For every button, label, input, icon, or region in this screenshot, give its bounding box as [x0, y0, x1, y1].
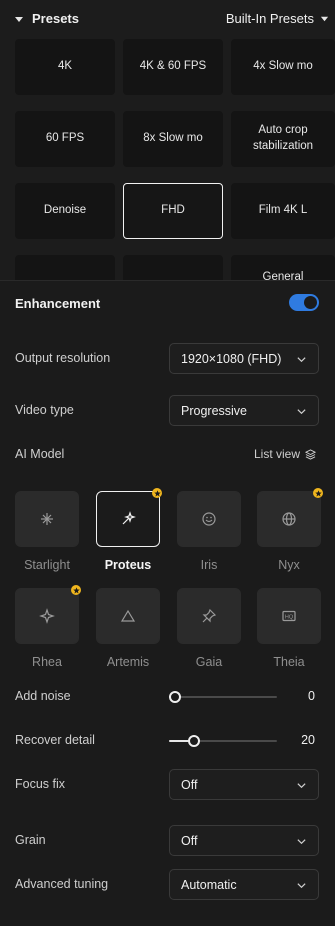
- advanced-tuning-select[interactable]: Automatic: [169, 869, 319, 900]
- preset-card[interactable]: 8x Slow mo: [123, 111, 223, 167]
- preset-card[interactable]: [15, 255, 115, 280]
- presets-title: Presets: [32, 11, 79, 26]
- preset-card-label: Denoise: [43, 204, 87, 217]
- preset-card[interactable]: 60 FPS: [15, 111, 115, 167]
- preset-card[interactable]: Auto crop stabilization: [231, 111, 335, 167]
- video-type-select[interactable]: Progressive: [169, 395, 319, 426]
- list-view-label: List view: [253, 447, 300, 461]
- preset-card-label: 4K: [57, 60, 73, 73]
- preset-card-label: 4K & 60 FPS: [139, 60, 207, 73]
- list-view-toggle[interactable]: List view: [254, 447, 316, 461]
- video-type-value: Progressive: [181, 403, 247, 418]
- model-tile-gaia[interactable]: [177, 588, 241, 644]
- presets-header: Presets Built-In Presets: [0, 0, 335, 38]
- advanced-tuning-value: Automatic: [181, 877, 237, 892]
- model-tile-starlight[interactable]: [15, 491, 79, 547]
- triangle-icon: [120, 609, 136, 622]
- model-label: Starlight: [24, 558, 70, 572]
- advanced-tuning-label: Advanced tuning: [15, 877, 109, 891]
- model-tile-iris[interactable]: [177, 491, 241, 547]
- slider-thumb[interactable]: [188, 735, 201, 747]
- focus-fix-select[interactable]: Off: [169, 769, 319, 800]
- toggle-knob: [304, 296, 317, 309]
- enhancement-title: Enhancement: [15, 296, 101, 311]
- caret-down-icon: [320, 16, 329, 22]
- presets-source-dropdown[interactable]: Built-In Presets: [226, 11, 329, 26]
- preset-card-label: 4x Slow mo: [253, 60, 313, 73]
- recover-detail-label: Recover detail: [15, 733, 95, 747]
- preset-card[interactable]: Film 4K L: [231, 183, 335, 239]
- preset-card[interactable]: [123, 255, 223, 280]
- add-noise-label: Add noise: [15, 689, 71, 703]
- premium-star-badge: [152, 488, 162, 498]
- focus-fix-label: Focus fix: [15, 777, 66, 791]
- chevron-down-icon: [297, 783, 306, 789]
- model-label: Rhea: [32, 655, 62, 669]
- sparkle-icon: [41, 513, 53, 525]
- presets-collapse-toggle[interactable]: Presets: [14, 11, 79, 26]
- preset-card-label: 8x Slow mo: [143, 132, 203, 145]
- model-tile-theia[interactable]: HQ: [257, 588, 321, 644]
- grain-select[interactable]: Off: [169, 825, 319, 856]
- preset-card-selected[interactable]: FHD: [123, 183, 223, 239]
- preset-card[interactable]: 4x Slow mo: [231, 39, 335, 95]
- star-icon: [72, 586, 80, 593]
- premium-star-badge: [71, 585, 81, 595]
- slider-thumb[interactable]: [169, 691, 181, 703]
- section-divider: [0, 280, 335, 281]
- model-label-selected: Proteus: [104, 558, 152, 572]
- slider-track: [169, 696, 277, 698]
- chevron-down-icon: [297, 409, 306, 415]
- preset-card[interactable]: 4K: [15, 39, 115, 95]
- output-resolution-value: 1920×1080 (FHD): [181, 351, 282, 366]
- chevron-down-icon: [297, 357, 306, 363]
- chevron-down-icon: [297, 883, 306, 889]
- output-resolution-select[interactable]: 1920×1080 (FHD): [169, 343, 319, 374]
- chevron-down-icon: [297, 839, 306, 845]
- svg-text:HQ: HQ: [285, 614, 294, 620]
- preset-card[interactable]: General: [231, 255, 335, 280]
- layers-icon: [305, 448, 316, 460]
- video-type-label: Video type: [15, 403, 74, 417]
- preset-card-label: 60 FPS: [45, 132, 85, 145]
- model-label: Nyx: [278, 558, 300, 572]
- preset-card[interactable]: 4K & 60 FPS: [123, 39, 223, 95]
- preset-card[interactable]: Denoise: [15, 183, 115, 239]
- presets-section: Presets Built-In Presets 4K 4K & 60 FPS …: [0, 0, 335, 280]
- model-tile-rhea[interactable]: [15, 588, 79, 644]
- star-icon: [153, 489, 161, 496]
- model-label: Gaia: [195, 655, 223, 669]
- recover-detail-value: 20: [301, 733, 315, 747]
- premium-star-badge: [313, 488, 323, 498]
- hq-icon: HQ: [282, 610, 296, 622]
- pushpin-icon: [202, 608, 217, 623]
- model-label: Theia: [273, 655, 305, 669]
- grain-value: Off: [181, 833, 198, 848]
- presets-source-label: Built-In Presets: [225, 11, 314, 26]
- preset-card-label: Film 4K L: [258, 204, 308, 217]
- caret-down-icon: [15, 16, 23, 22]
- preset-card-label: FHD: [161, 204, 185, 217]
- add-noise-value: 0: [308, 689, 315, 703]
- preset-card-label: General: [262, 271, 304, 280]
- model-tile-artemis[interactable]: [96, 588, 160, 644]
- star-icon: [314, 489, 322, 496]
- magic-wand-icon: [122, 511, 136, 525]
- model-label: Iris: [200, 558, 218, 572]
- smiley-face-icon: [202, 512, 216, 526]
- model-tile-nyx[interactable]: [257, 491, 321, 547]
- model-tile-proteus[interactable]: [96, 491, 160, 547]
- four-point-star-icon: [39, 608, 55, 624]
- ai-model-label: AI Model: [15, 447, 65, 461]
- recover-detail-slider[interactable]: [169, 734, 277, 748]
- enhancement-toggle[interactable]: [289, 294, 319, 311]
- grain-label: Grain: [15, 833, 46, 847]
- output-resolution-label: Output resolution: [15, 351, 111, 365]
- globe-icon: [282, 512, 296, 526]
- focus-fix-value: Off: [181, 777, 198, 792]
- add-noise-slider[interactable]: [169, 690, 277, 704]
- preset-card-label: Auto crop stabilization: [252, 124, 314, 152]
- model-label: Artemis: [106, 655, 150, 669]
